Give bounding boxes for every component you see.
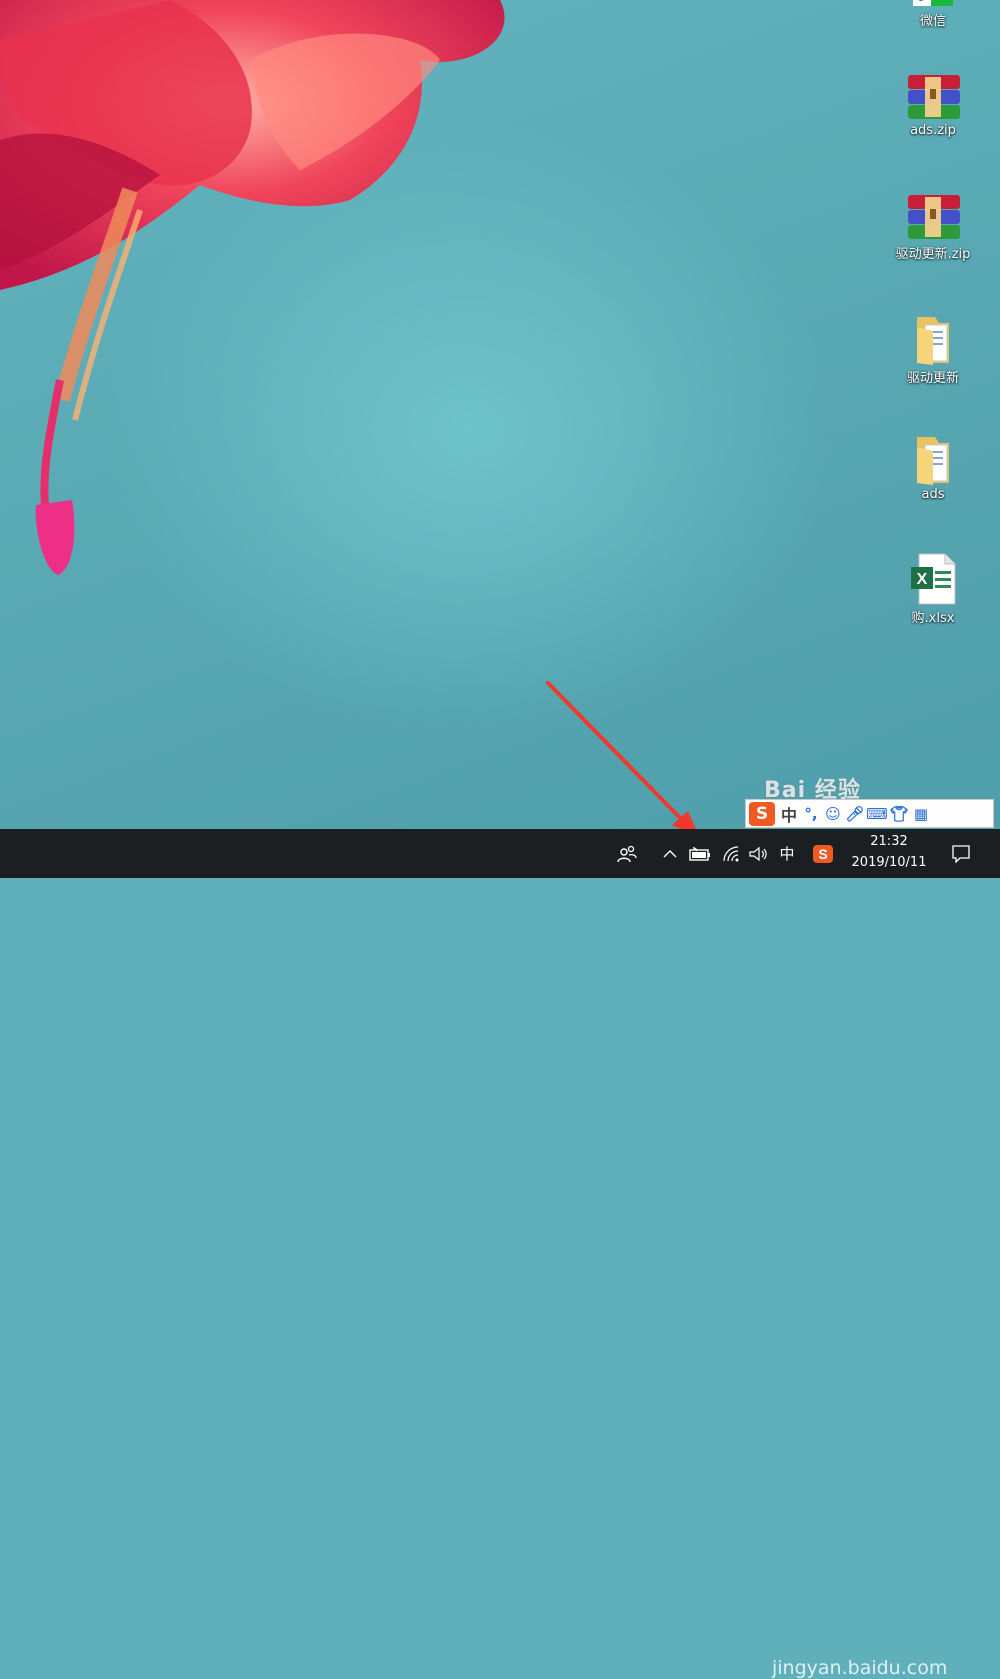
- ime-skin-icon[interactable]: 👕︎: [888, 802, 910, 826]
- desktop-icon-wechat[interactable]: 微信: [885, 0, 981, 29]
- taskbar: 中 S 21:32 2019/10/11 jingyan.baidu.com: [0, 829, 1000, 1679]
- wechat-icon: [913, 0, 953, 6]
- desktop-icon-label: 购.xlsx: [911, 611, 955, 626]
- ime-emoji-icon[interactable]: ☺: [822, 802, 844, 826]
- ime-keyboard-icon[interactable]: ⌨: [866, 802, 888, 826]
- desktop-icon-label: 微信: [919, 14, 946, 29]
- excel-file-icon: X: [911, 553, 956, 605]
- volume-button[interactable]: [745, 829, 771, 878]
- sogou-logo-icon[interactable]: S: [749, 801, 775, 826]
- ime-punctuation-icon[interactable]: °,: [800, 802, 822, 826]
- show-hidden-icons-button[interactable]: [657, 829, 683, 878]
- desktop-icon-driver-folder[interactable]: 驱动更新: [885, 313, 981, 386]
- svg-text:S: S: [818, 846, 827, 862]
- winrar-archive-icon: [908, 195, 960, 239]
- clock-date: 2019/10/11: [851, 855, 927, 870]
- ime-voice-icon[interactable]: 🎤︎: [844, 802, 866, 826]
- input-language-button[interactable]: 中: [775, 829, 799, 878]
- watermark-url: jingyan.baidu.com: [772, 1657, 948, 1679]
- desktop-icon-ads-zip[interactable]: ads.zip: [885, 73, 981, 138]
- volume-icon: [749, 846, 767, 861]
- people-icon: [617, 845, 637, 862]
- ime-toolbox-icon[interactable]: ▦: [910, 802, 932, 826]
- wifi-icon: [723, 845, 739, 861]
- folder-icon: [917, 437, 949, 485]
- notification-icon: [952, 844, 970, 863]
- desktop-icon-label: 驱动更新.zip: [895, 247, 971, 262]
- sogou-tray-button[interactable]: S: [809, 829, 837, 878]
- battery-charging-icon: [689, 846, 710, 861]
- ime-mode-button[interactable]: 中: [778, 802, 800, 826]
- desktop: 微信 ads.zip 驱动更新.zip 驱动更新 ads X 购.xlsx Ba…: [0, 0, 1000, 829]
- wallpaper-flower: [0, 0, 505, 575]
- desktop-icon-excel[interactable]: X 购.xlsx: [885, 553, 981, 626]
- clock-time: 21:32: [870, 834, 908, 849]
- desktop-icon-label: ads: [921, 487, 945, 502]
- network-button[interactable]: [718, 829, 744, 878]
- action-center-button[interactable]: [948, 829, 974, 878]
- desktop-icon-label: ads.zip: [910, 123, 956, 138]
- desktop-icon-ads-folder[interactable]: ads: [885, 433, 981, 502]
- folder-icon: [917, 317, 949, 365]
- ime-toolbar[interactable]: S 中 °, ☺ 🎤︎ ⌨ 👕︎ ▦: [745, 799, 994, 828]
- chevron-up-icon: [663, 849, 677, 857]
- taskbar-clock[interactable]: 21:32 2019/10/11: [835, 829, 943, 878]
- winrar-archive-icon: [908, 75, 960, 119]
- ime-mode-label: 中: [780, 805, 797, 825]
- desktop-icon-label: 驱动更新: [906, 371, 959, 386]
- sogou-ime-icon: S: [813, 844, 833, 863]
- battery-button[interactable]: [686, 829, 714, 878]
- excel-letter: X: [917, 571, 928, 588]
- people-button[interactable]: [612, 829, 642, 878]
- desktop-icon-driver-zip[interactable]: 驱动更新.zip: [885, 193, 981, 262]
